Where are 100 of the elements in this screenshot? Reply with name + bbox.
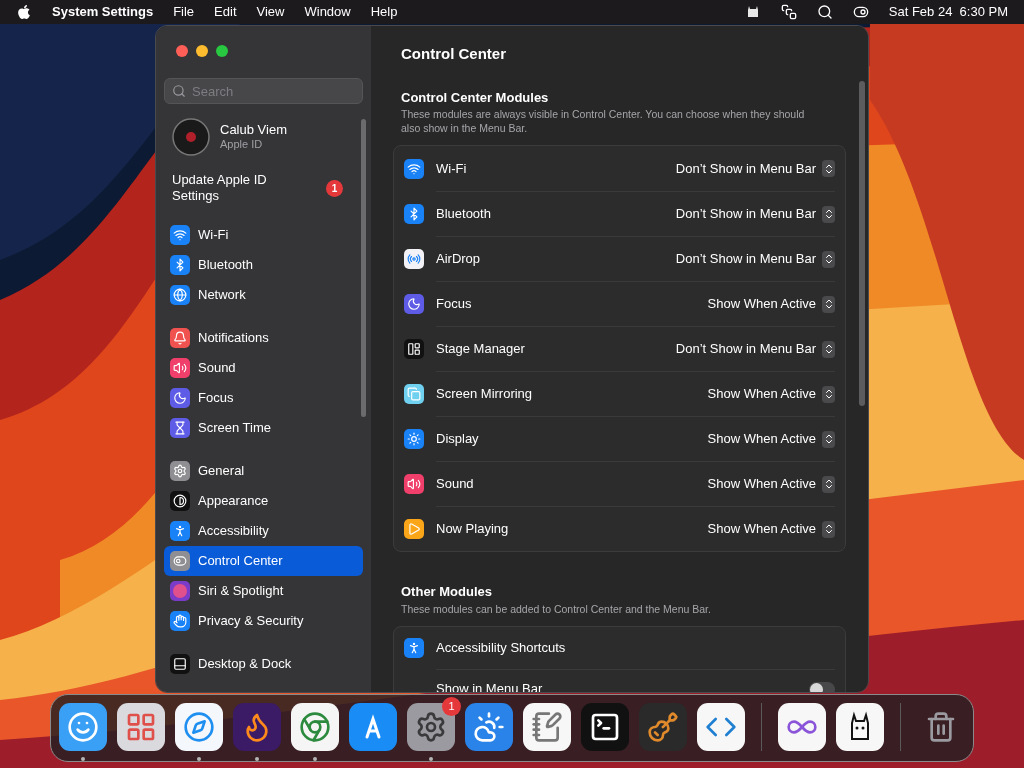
wifi-icon	[404, 158, 424, 179]
chevrons-icon	[822, 520, 835, 538]
sidebar-item[interactable]: Focus	[164, 383, 363, 413]
bluetooth-icon	[404, 204, 424, 224]
popup-button[interactable]: Don’t Show in Menu Bar	[675, 339, 835, 359]
account-subtitle: Apple ID	[220, 138, 264, 152]
menu-item[interactable]: Help	[370, 2, 398, 22]
popup-button[interactable]: Show When Active	[707, 429, 835, 449]
module-label: Display	[436, 430, 479, 449]
sidebar-item[interactable]: Desktop & Dock	[164, 649, 363, 679]
popup-button[interactable]: Show When Active	[707, 384, 835, 404]
running-indicator	[81, 757, 85, 761]
sidebar-item[interactable]: General	[164, 456, 363, 486]
chevrons-icon	[822, 205, 835, 223]
close-button[interactable]	[176, 45, 188, 57]
scrollbar-thumb[interactable]	[361, 119, 366, 417]
running-indicator	[197, 757, 201, 761]
chevrons-icon	[822, 385, 835, 403]
windows-icon[interactable]	[780, 4, 797, 20]
code-icon[interactable]	[697, 703, 745, 751]
search-icon[interactable]	[816, 4, 833, 20]
a-logo-icon[interactable]	[349, 703, 397, 751]
zoom-button[interactable]	[216, 45, 228, 57]
gear-icon[interactable]	[407, 703, 455, 751]
module-label: Bluetooth	[436, 205, 491, 224]
module-label: Stage Manager	[436, 340, 525, 359]
ring-logo-icon[interactable]	[291, 703, 339, 751]
accessibility-icon	[404, 637, 424, 658]
sidebar-item[interactable]: Screen Time	[164, 413, 363, 443]
moon-icon	[404, 294, 424, 314]
control-center-icon[interactable]	[852, 4, 869, 20]
orb-icon	[170, 581, 190, 601]
chevrons-icon	[822, 295, 835, 313]
module-label: Screen Mirroring	[436, 385, 533, 404]
app-menu[interactable]: System Settings	[52, 2, 154, 22]
notepad-icon[interactable]	[523, 703, 571, 751]
sidebar-item[interactable]: Privacy & Security	[164, 606, 363, 636]
hourglass-icon	[170, 418, 190, 438]
page-title: Control Center	[400, 44, 507, 64]
module-label: AirDrop	[436, 250, 481, 269]
running-indicator	[429, 757, 433, 761]
popup-button[interactable]: Show When Active	[707, 294, 835, 314]
chevrons-icon	[822, 340, 835, 358]
popup-button[interactable]: Show When Active	[707, 519, 835, 539]
compass-icon[interactable]	[175, 703, 223, 751]
menu-item[interactable]: Edit	[214, 2, 237, 22]
gear-icon	[170, 461, 190, 481]
screen-mirroring-icon	[404, 384, 424, 404]
sidebar-item[interactable]: Notifications	[164, 323, 363, 353]
popup-button[interactable]: Don’t Show in Menu Bar	[675, 204, 835, 224]
avatar[interactable]	[172, 118, 210, 156]
notification-badge: 1	[326, 179, 343, 197]
running-indicator	[255, 757, 259, 761]
module-label: Now Playing	[436, 520, 509, 539]
speaker-icon	[170, 358, 190, 378]
app-grid-icon[interactable]	[117, 703, 165, 751]
globe-icon	[170, 285, 190, 305]
sidebar-item[interactable]: Wi-Fi	[164, 220, 363, 250]
sidebar-item[interactable]: Control Center	[164, 546, 363, 576]
sidebar-item[interactable]: Siri & Spotlight	[164, 576, 363, 606]
accessibility-icon	[170, 521, 190, 541]
airdrop-icon	[404, 249, 424, 269]
stage-manager-icon	[404, 339, 424, 359]
menu-item[interactable]: View	[256, 2, 285, 22]
face-icon[interactable]	[59, 703, 107, 751]
update-notice[interactable]: Update Apple ID Settings	[172, 172, 292, 204]
sidebar-item[interactable]: Appearance	[164, 486, 363, 516]
clock[interactable]: Sat Feb 24 6:30 PM	[888, 2, 1008, 22]
popup-button[interactable]: Don’t Show in Menu Bar	[675, 158, 835, 179]
menu-item[interactable]: File	[173, 2, 195, 22]
running-indicator	[313, 757, 317, 761]
popup-button[interactable]: Don’t Show in Menu Bar	[675, 249, 835, 269]
dock-icon	[170, 654, 190, 674]
infinity-icon[interactable]	[778, 703, 826, 751]
section-title: Other Modules	[401, 583, 493, 601]
sidebar-item[interactable]: Accessibility	[164, 516, 363, 546]
popup-button[interactable]: Show When Active	[707, 474, 835, 494]
scrollbar-thumb[interactable]	[859, 81, 865, 406]
bluetooth-icon	[170, 255, 190, 275]
speaker-icon	[404, 474, 424, 494]
guitar-icon[interactable]	[639, 703, 687, 751]
contrast-icon	[170, 491, 190, 511]
terminal-icon[interactable]	[581, 703, 629, 751]
section-description: These modules are always visible in Control Center. You can choose when they should also show in the Menu Bar.	[401, 107, 806, 135]
sun-icon	[404, 429, 424, 449]
minimize-button[interactable]	[196, 45, 208, 57]
search-icon	[172, 84, 186, 98]
moon-icon	[170, 388, 190, 408]
sidebar-item[interactable]: Bluetooth	[164, 250, 363, 280]
account-name: Calub Viem	[220, 122, 287, 139]
flame-icon[interactable]	[233, 703, 281, 751]
sidebar-item[interactable]: Sound	[164, 353, 363, 383]
apple-logo-icon[interactable]	[16, 4, 32, 20]
menu-item[interactable]: Window	[304, 2, 351, 22]
search-field[interactable]: Search	[164, 78, 363, 104]
play-icon	[404, 519, 424, 539]
chevrons-icon	[822, 160, 835, 177]
module-label: Focus	[436, 295, 472, 314]
sidebar-item[interactable]: Network	[164, 280, 363, 310]
cloud-sun-icon[interactable]	[465, 703, 513, 751]
